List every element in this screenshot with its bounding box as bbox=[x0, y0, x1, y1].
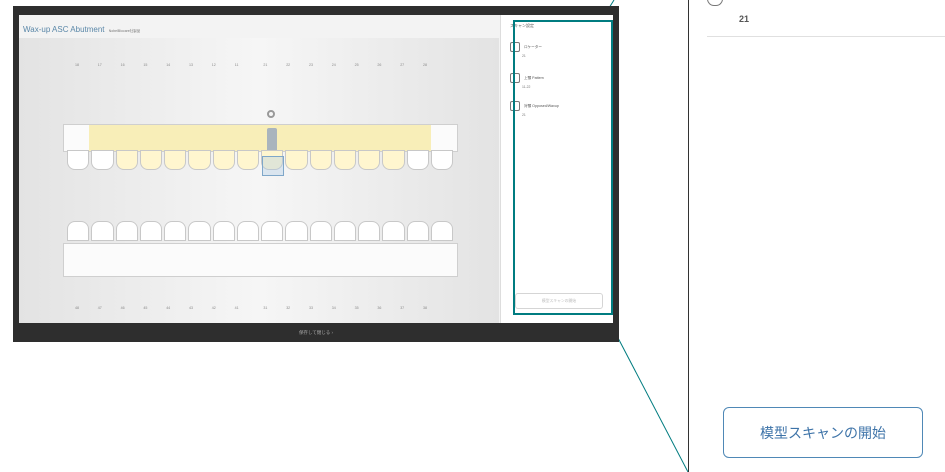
upper-tooth-numbers: 18 17 16 15 14 13 12 11 21 22 23 24 25 26 27 28 bbox=[19, 63, 499, 71]
tooth-number[interactable]: 34 bbox=[332, 306, 336, 310]
tooth-number[interactable]: 35 bbox=[355, 306, 359, 310]
lower-tooth[interactable] bbox=[91, 221, 114, 241]
upper-tooth[interactable] bbox=[212, 150, 235, 170]
lower-tooth[interactable] bbox=[382, 221, 405, 241]
app-title-text: Wax-up ASC Abutment bbox=[23, 25, 105, 34]
lower-tooth[interactable] bbox=[358, 221, 381, 241]
tooth-number[interactable]: 27 bbox=[400, 63, 404, 67]
tooth-number[interactable]: 14 bbox=[166, 63, 170, 67]
upper-tooth[interactable] bbox=[67, 150, 90, 170]
zoom-panel: 21 模型スキャンの開始 bbox=[688, 0, 945, 472]
tooth-number[interactable]: 26 bbox=[377, 63, 381, 67]
abutment-marker-icon[interactable] bbox=[267, 110, 275, 118]
tooth-number[interactable]: 33 bbox=[309, 306, 313, 310]
tooth-number[interactable]: 38 bbox=[423, 306, 427, 310]
tooth-number[interactable]: 48 bbox=[75, 306, 79, 310]
zoom-item-value: 21 bbox=[739, 14, 750, 24]
upper-teeth bbox=[66, 150, 454, 174]
lower-tooth[interactable] bbox=[236, 221, 259, 241]
lower-tooth[interactable] bbox=[333, 221, 356, 241]
save-and-close-button[interactable]: 保存して閉じる › bbox=[13, 323, 619, 342]
tooth-number[interactable]: 45 bbox=[143, 306, 147, 310]
lower-tooth[interactable] bbox=[212, 221, 235, 241]
upper-tooth[interactable] bbox=[358, 150, 381, 170]
start-model-scan-button[interactable]: 模型スキャンの開始 bbox=[723, 407, 923, 458]
tooth-number[interactable]: 21 bbox=[263, 63, 267, 67]
tooth-number[interactable]: 13 bbox=[189, 63, 193, 67]
lower-tooth[interactable] bbox=[164, 221, 187, 241]
upper-tooth[interactable] bbox=[115, 150, 138, 170]
lower-jaw-icon bbox=[707, 0, 723, 6]
lower-model-bar[interactable] bbox=[63, 243, 458, 277]
upper-tooth[interactable] bbox=[91, 150, 114, 170]
upper-tooth[interactable] bbox=[333, 150, 356, 170]
upper-tooth[interactable] bbox=[188, 150, 211, 170]
screenshot-frame: Wax-up ASC Abutment NobelBiocare社製品 スキャン… bbox=[13, 6, 619, 342]
tooth-number[interactable]: 16 bbox=[121, 63, 125, 67]
zoom-highlight-box bbox=[513, 20, 613, 315]
lower-tooth[interactable] bbox=[285, 221, 308, 241]
app-title: Wax-up ASC Abutment NobelBiocare社製品 bbox=[23, 25, 140, 34]
lower-tooth[interactable] bbox=[115, 221, 138, 241]
upper-tooth[interactable] bbox=[382, 150, 405, 170]
upper-tooth[interactable] bbox=[406, 150, 429, 170]
lower-tooth[interactable] bbox=[406, 221, 429, 241]
tooth-number[interactable]: 23 bbox=[309, 63, 313, 67]
tooth-number[interactable]: 42 bbox=[212, 306, 216, 310]
selected-tooth-21[interactable] bbox=[262, 156, 284, 176]
lower-tooth[interactable] bbox=[67, 221, 90, 241]
tooth-number[interactable]: 25 bbox=[355, 63, 359, 67]
upper-tooth[interactable] bbox=[236, 150, 259, 170]
tooth-number[interactable]: 41 bbox=[235, 306, 239, 310]
upper-tooth[interactable] bbox=[139, 150, 162, 170]
lower-tooth-numbers: 48 47 46 45 44 43 42 41 31 32 33 34 35 36 37 38 bbox=[19, 306, 499, 314]
tooth-number[interactable]: 15 bbox=[143, 63, 147, 67]
upper-tooth[interactable] bbox=[309, 150, 332, 170]
tooth-number[interactable]: 46 bbox=[121, 306, 125, 310]
tooth-number[interactable]: 36 bbox=[377, 306, 381, 310]
upper-tooth[interactable] bbox=[285, 150, 308, 170]
tooth-number[interactable]: 17 bbox=[98, 63, 102, 67]
tooth-number[interactable]: 47 bbox=[98, 306, 102, 310]
selected-range-highlight bbox=[89, 125, 431, 151]
tooth-number[interactable]: 32 bbox=[286, 306, 290, 310]
app-title-sub: NobelBiocare社製品 bbox=[108, 29, 141, 33]
lower-tooth[interactable] bbox=[309, 221, 332, 241]
dental-chart-canvas[interactable]: 18 17 16 15 14 13 12 11 21 22 23 24 25 26 27 28 48 47 46 4… bbox=[19, 38, 499, 323]
lower-tooth[interactable] bbox=[188, 221, 211, 241]
lower-tooth[interactable] bbox=[430, 221, 453, 241]
lower-tooth[interactable] bbox=[139, 221, 162, 241]
lower-tooth[interactable] bbox=[261, 221, 284, 241]
upper-tooth[interactable] bbox=[430, 150, 453, 170]
tooth-number[interactable]: 22 bbox=[286, 63, 290, 67]
upper-tooth[interactable] bbox=[164, 150, 187, 170]
tooth-number[interactable]: 11 bbox=[235, 63, 239, 67]
lower-teeth bbox=[66, 221, 454, 243]
tooth-number[interactable]: 31 bbox=[263, 306, 267, 310]
divider bbox=[707, 36, 945, 37]
tooth-number[interactable]: 43 bbox=[189, 306, 193, 310]
tooth-number[interactable]: 12 bbox=[212, 63, 216, 67]
tooth-number[interactable]: 44 bbox=[166, 306, 170, 310]
tooth-number[interactable]: 18 bbox=[75, 63, 79, 67]
tooth-number[interactable]: 28 bbox=[423, 63, 427, 67]
tooth-number[interactable]: 24 bbox=[332, 63, 336, 67]
tooth-number[interactable]: 37 bbox=[400, 306, 404, 310]
